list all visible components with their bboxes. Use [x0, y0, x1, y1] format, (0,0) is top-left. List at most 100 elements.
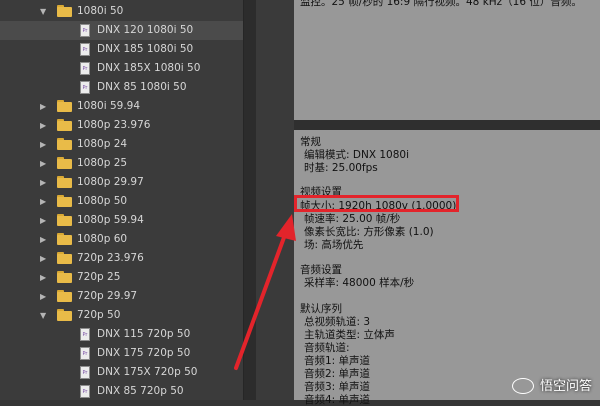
tree-preset-file[interactable]: Pr DNX 185X 1080i 50 — [0, 59, 243, 78]
expand-triangle-icon[interactable]: ▶ — [40, 192, 46, 211]
folder-icon — [57, 5, 72, 17]
tree-preset-file[interactable]: Pr DNX 85 720p 50 — [0, 382, 243, 400]
tree-item-label: 1080p 25 — [77, 157, 128, 169]
folder-icon — [57, 214, 72, 226]
preset-file-icon: Pr — [80, 43, 90, 56]
tree-folder[interactable]: ▶ 720p 29.97 — [0, 287, 243, 306]
folder-icon — [57, 138, 72, 150]
folder-icon — [57, 290, 72, 302]
tree-item-label: DNX 120 1080i 50 — [97, 24, 194, 36]
tree-folder[interactable]: ▶ 1080p 60 — [0, 230, 243, 249]
audio-track-3: 音频3: 单声道 — [304, 381, 371, 393]
tree-item-label: 720p 23.976 — [77, 252, 144, 264]
preset-description-panel: 常规 编辑模式: DNX 1080i 时基: 25.00fps 视频设置 帧大小… — [294, 130, 600, 406]
video-tracks: 总视频轨道: 3 — [304, 316, 371, 328]
sample-rate: 采样率: 48000 样本/秒 — [304, 277, 415, 289]
folder-icon — [57, 309, 72, 321]
tree-item-label: DNX 85 1080i 50 — [97, 81, 187, 93]
tree-preset-file[interactable]: Pr DNX 185 1080i 50 — [0, 40, 243, 59]
preset-file-icon: Pr — [80, 24, 90, 37]
tree-item-label: DNX 85 720p 50 — [97, 385, 184, 397]
tree-item-label: 720p 50 — [77, 309, 121, 321]
pixel-aspect: 像素长宽比: 方形像素 (1.0) — [304, 226, 434, 238]
expand-triangle-icon[interactable]: ▶ — [40, 249, 46, 268]
folder-icon — [57, 233, 72, 245]
preset-file-icon: Pr — [80, 328, 90, 341]
expand-triangle-icon[interactable]: ▶ — [40, 211, 46, 230]
expand-triangle-icon[interactable]: ▶ — [40, 230, 46, 249]
folder-icon — [57, 176, 72, 188]
tree-preset-file[interactable]: Pr DNX 115 720p 50 — [0, 325, 243, 344]
tree-item-label: 1080i 59.94 — [77, 100, 141, 112]
field-order: 场: 高场优先 — [304, 239, 364, 251]
watermark: 悟空问答 — [511, 375, 592, 394]
preset-tree: ▼ 1080i 50 Pr DNX 120 1080i 50 Pr DNX 185 108… — [0, 0, 243, 400]
tree-item-label: DNX 175 720p 50 — [97, 347, 191, 359]
audio-track-1: 音频1: 单声道 — [304, 355, 371, 367]
tree-folder[interactable]: ▶ 1080i 59.94 — [0, 97, 243, 116]
tree-item-label: 1080p 29.97 — [77, 176, 144, 188]
preset-file-icon: Pr — [80, 62, 90, 75]
tree-folder[interactable]: ▼ 720p 50 — [0, 306, 243, 325]
tree-item-label: 720p 25 — [77, 271, 121, 283]
audio-track-4: 音频4: 单声道 — [304, 394, 371, 406]
tree-item-label: DNX 185X 1080i 50 — [97, 62, 201, 74]
tree-folder[interactable]: ▶ 1080p 29.97 — [0, 173, 243, 192]
tree-folder[interactable]: ▶ 720p 25 — [0, 268, 243, 287]
collapse-triangle-icon[interactable]: ▼ — [40, 306, 46, 325]
panel-gap — [294, 120, 600, 130]
tree-item-label: 1080i 50 — [77, 5, 124, 17]
sequence-heading: 默认序列 — [300, 303, 342, 315]
tree-item-label: DNX 115 720p 50 — [97, 328, 191, 340]
expand-triangle-icon[interactable]: ▶ — [40, 268, 46, 287]
tree-item-label: 1080p 23.976 — [77, 119, 151, 131]
tree-preset-file[interactable]: Pr DNX 175X 720p 50 — [0, 363, 243, 382]
tree-folder[interactable]: ▶ 1080p 25 — [0, 154, 243, 173]
preset-file-icon: Pr — [80, 347, 90, 360]
tree-item-label: 720p 29.97 — [77, 290, 138, 302]
watermark-logo-icon — [511, 378, 534, 394]
tree-item-label: DNX 185 1080i 50 — [97, 43, 194, 55]
tree-folder[interactable]: ▼ 1080i 50 — [0, 2, 243, 21]
folder-icon — [57, 157, 72, 169]
folder-icon — [57, 271, 72, 283]
folder-icon — [57, 119, 72, 131]
preset-file-icon: Pr — [80, 366, 90, 379]
watermark-text: 悟空问答 — [539, 378, 592, 394]
summary-text: 监控。25 帧/秒的 16:9 隔行视频。48 kHz（16 位）音频。 — [300, 0, 582, 8]
tree-preset-file[interactable]: Pr DNX 85 1080i 50 — [0, 78, 243, 97]
frame-rate: 帧速率: 25.00 帧/秒 — [304, 213, 401, 225]
expand-triangle-icon[interactable]: ▶ — [40, 135, 46, 154]
frame-size-highlight — [294, 195, 459, 212]
preset-file-icon: Pr — [80, 81, 90, 94]
editing-mode: 编辑模式: DNX 1080i — [304, 149, 409, 161]
tree-preset-file[interactable]: Pr DNX 120 1080i 50 — [0, 21, 243, 40]
expand-triangle-icon[interactable]: ▶ — [40, 287, 46, 306]
expand-triangle-icon[interactable]: ▶ — [40, 173, 46, 192]
tree-folder[interactable]: ▶ 1080p 50 — [0, 192, 243, 211]
folder-icon — [57, 195, 72, 207]
audio-heading: 音频设置 — [300, 264, 342, 276]
tree-item-label: 1080p 24 — [77, 138, 128, 150]
tree-item-label: 1080p 50 — [77, 195, 128, 207]
expand-triangle-icon[interactable]: ▶ — [40, 154, 46, 173]
tree-preset-file[interactable]: Pr DNX 175 720p 50 — [0, 344, 243, 363]
tree-scrollbar[interactable] — [243, 0, 256, 400]
tree-folder[interactable]: ▶ 1080p 24 — [0, 135, 243, 154]
tree-folder[interactable]: ▶ 1080p 59.94 — [0, 211, 243, 230]
expand-triangle-icon[interactable]: ▶ — [40, 116, 46, 135]
collapse-triangle-icon[interactable]: ▼ — [40, 2, 46, 21]
tree-folder[interactable]: ▶ 1080p 23.976 — [0, 116, 243, 135]
timebase: 时基: 25.00fps — [304, 162, 378, 174]
tree-folder[interactable]: ▶ 720p 23.976 — [0, 249, 243, 268]
tree-item-label: DNX 175X 720p 50 — [97, 366, 198, 378]
preset-summary-panel: 监控。25 帧/秒的 16:9 隔行视频。48 kHz（16 位）音频。 — [294, 0, 600, 120]
general-heading: 常规 — [300, 136, 321, 148]
tree-item-label: 1080p 60 — [77, 233, 128, 245]
preset-file-icon: Pr — [80, 385, 90, 398]
folder-icon — [57, 100, 72, 112]
audio-track-2: 音频2: 单声道 — [304, 368, 371, 380]
folder-icon — [57, 252, 72, 264]
master-track: 主轨道类型: 立体声 — [304, 329, 395, 341]
expand-triangle-icon[interactable]: ▶ — [40, 97, 46, 116]
